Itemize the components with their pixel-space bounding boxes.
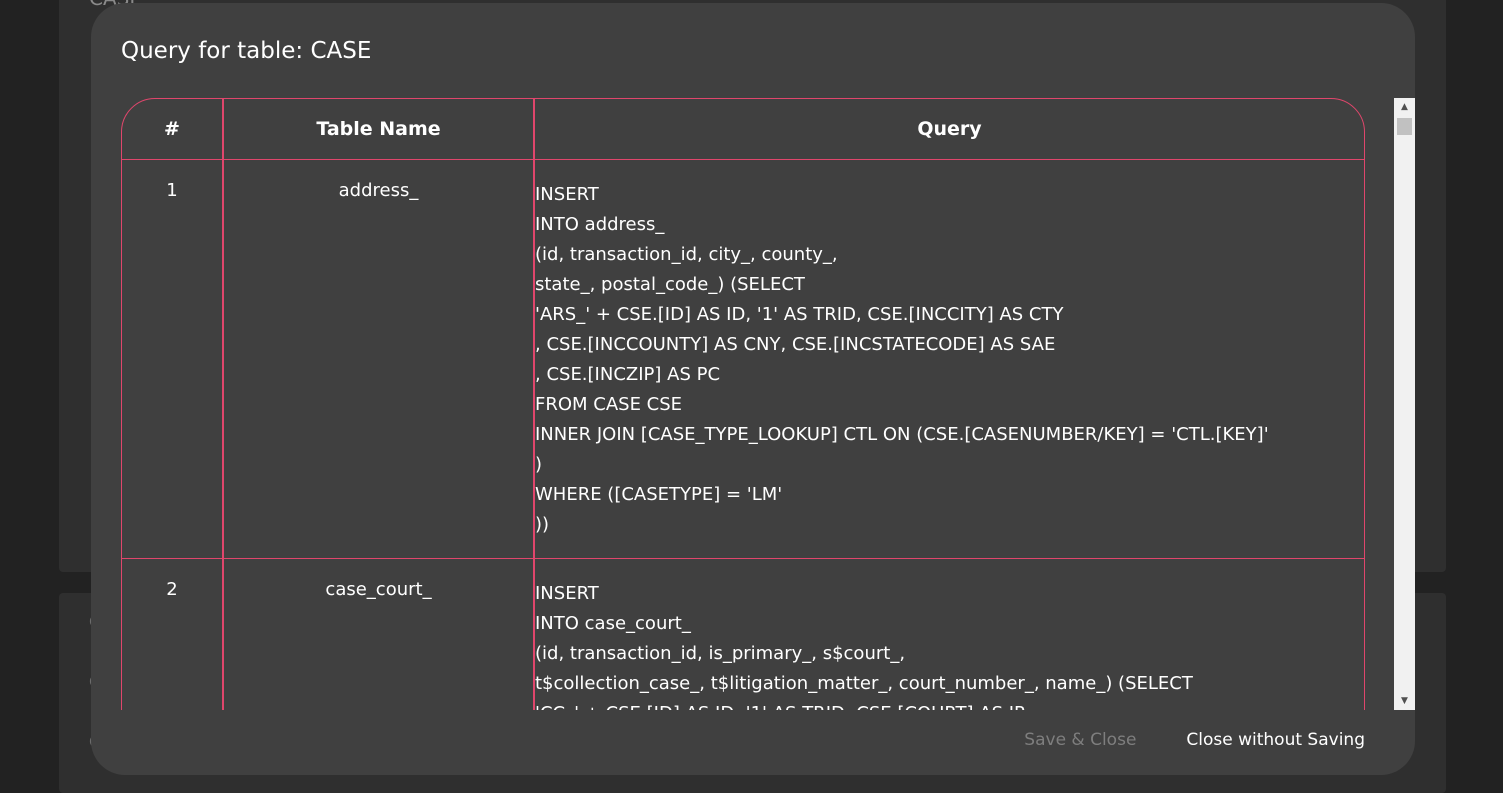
query-line: (id, transaction_id, is_primary_, s$cour… bbox=[535, 643, 906, 664]
column-header-number: # bbox=[122, 99, 224, 160]
query-line: , CSE.[INCZIP] AS PC bbox=[535, 364, 721, 385]
query-line: INSERT bbox=[535, 184, 599, 205]
query-line: WHERE ([CASETYPE] = 'LM' bbox=[535, 484, 783, 505]
row-query: INSERT INTO case_court_ (id, transaction… bbox=[535, 559, 1364, 710]
query-table: # Table Name Query 1 address_ INSERT INT… bbox=[121, 98, 1365, 710]
row-number: 1 bbox=[122, 160, 224, 559]
query-dialog: Query for table: CASE # Table Name Query bbox=[91, 3, 1415, 775]
vertical-scrollbar[interactable]: ▲ ▼ bbox=[1394, 98, 1415, 710]
query-line: FROM CASE CSE bbox=[535, 394, 683, 415]
query-line: )) bbox=[535, 514, 550, 535]
dialog-actions: Save & Close Close without Saving bbox=[1024, 730, 1365, 750]
query-line: t$collection_case_, t$litigation_matter_… bbox=[535, 673, 1193, 694]
query-line: INSERT bbox=[535, 583, 599, 604]
row-table-name: address_ bbox=[224, 160, 535, 559]
query-line: INTO case_court_ bbox=[535, 613, 691, 634]
row-query: INSERT INTO address_ (id, transaction_id… bbox=[535, 160, 1364, 559]
query-table-container: # Table Name Query 1 address_ INSERT INT… bbox=[121, 98, 1365, 710]
query-line: 'ARS_' + CSE.[ID] AS ID, '1' AS TRID, CS… bbox=[535, 304, 1064, 325]
column-header-query: Query bbox=[535, 99, 1364, 160]
query-line: INNER JOIN [CASE_TYPE_LOOKUP] CTL ON (CS… bbox=[535, 424, 1269, 445]
query-line: 'CC_' + CSE.[ID] AS ID, '1' AS TRID, CSE… bbox=[535, 699, 1364, 710]
save-and-close-button[interactable]: Save & Close bbox=[1024, 730, 1136, 750]
table-header-row: # Table Name Query bbox=[122, 99, 1364, 160]
table-row: 1 address_ INSERT INTO address_ (id, tra… bbox=[122, 160, 1364, 559]
table-row: 2 case_court_ INSERT INTO case_court_ (i… bbox=[122, 559, 1364, 710]
query-table-scroll-area[interactable]: # Table Name Query 1 address_ INSERT INT… bbox=[121, 98, 1415, 710]
dialog-title: Query for table: CASE bbox=[121, 38, 372, 64]
scroll-up-arrow-icon[interactable]: ▲ bbox=[1394, 98, 1415, 116]
query-line: INTO address_ bbox=[535, 214, 665, 235]
scroll-down-arrow-icon[interactable]: ▼ bbox=[1394, 692, 1415, 710]
row-number: 2 bbox=[122, 559, 224, 710]
query-line: ) bbox=[535, 454, 543, 475]
row-table-name: case_court_ bbox=[224, 559, 535, 710]
query-line: state_, postal_code_) (SELECT bbox=[535, 274, 805, 295]
close-without-saving-button[interactable]: Close without Saving bbox=[1186, 730, 1365, 750]
scrollbar-thumb[interactable] bbox=[1397, 118, 1412, 135]
query-line: (id, transaction_id, city_, county_, bbox=[535, 244, 838, 265]
column-header-table-name: Table Name bbox=[224, 99, 535, 160]
query-line: , CSE.[INCCOUNTY] AS CNY, CSE.[INCSTATEC… bbox=[535, 334, 1056, 355]
